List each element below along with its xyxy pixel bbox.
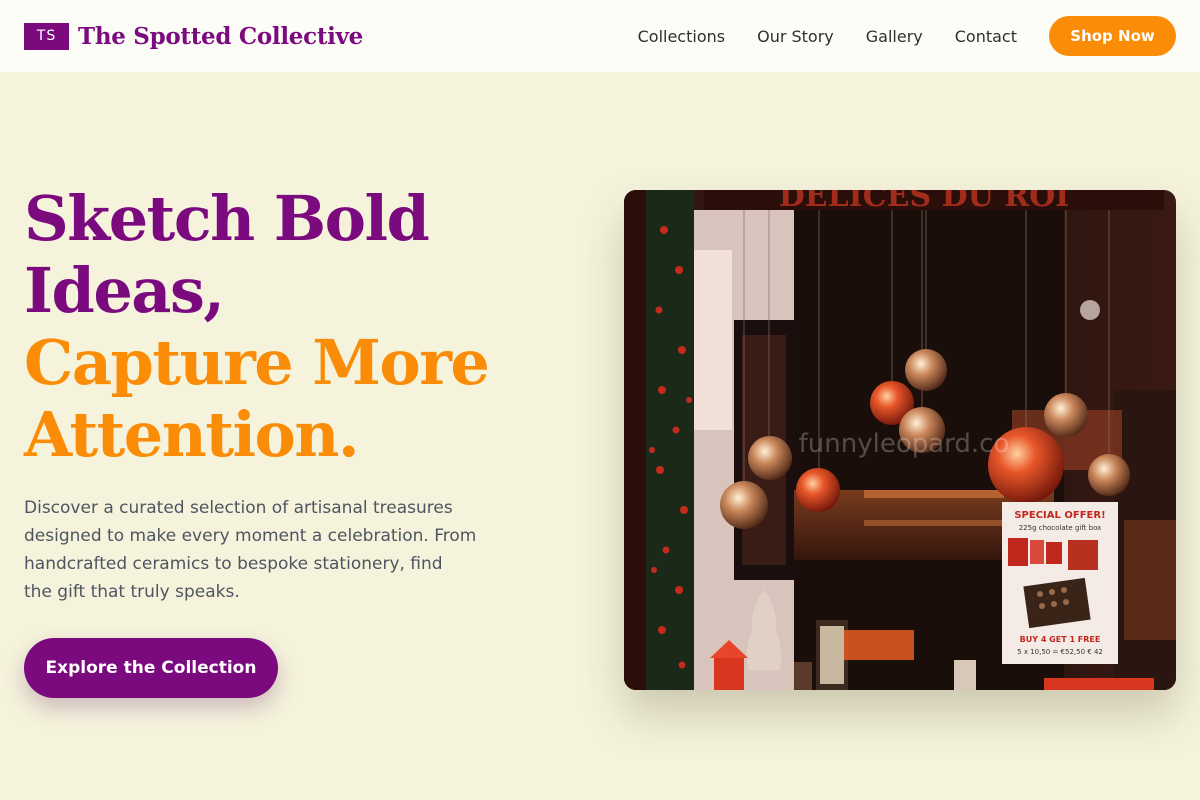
hero-image: DELICES DU ROI funnyleopard.co SPECIAL O… bbox=[624, 190, 1176, 690]
hero-title-line-3: Capture More bbox=[24, 326, 490, 399]
shop-now-button[interactable]: Shop Now bbox=[1049, 16, 1176, 56]
nav-link-collections[interactable]: Collections bbox=[638, 27, 725, 46]
hero-description-line-1: Discover a curated selection of artisana… bbox=[24, 498, 453, 518]
explore-collection-button[interactable]: Explore the Collection bbox=[24, 638, 278, 698]
hero-description-line-3: handcrafted ceramics to bespoke statione… bbox=[24, 554, 443, 574]
brand[interactable]: TS The Spotted Collective bbox=[24, 22, 363, 50]
poster-offer: BUY 4 GET 1 FREE bbox=[1020, 635, 1101, 644]
poster-subtitle: 225g chocolate gift box bbox=[1019, 524, 1102, 532]
poster-price: 5 x 10,50 = €52,50 € 42 bbox=[1017, 648, 1103, 656]
hero-title-line-4: Attention. bbox=[24, 398, 360, 471]
brand-name[interactable]: The Spotted Collective bbox=[78, 23, 363, 50]
nav-link-gallery[interactable]: Gallery bbox=[866, 27, 923, 46]
shop-window-photo: DELICES DU ROI funnyleopard.co SPECIAL O… bbox=[624, 190, 1176, 690]
top-navbar: TS The Spotted Collective Collections Ou… bbox=[0, 0, 1200, 72]
hero-title: Sketch Bold Ideas, Capture More Attentio… bbox=[24, 183, 584, 471]
image-watermark: funnyleopard.co bbox=[799, 429, 1010, 459]
hero-title-line-2: Ideas, bbox=[24, 254, 225, 327]
main-nav: Collections Our Story Gallery Contact Sh… bbox=[638, 16, 1176, 56]
hero-description-line-2: designed to make every moment a celebrat… bbox=[24, 526, 477, 546]
hero-description-line-4: the gift that truly speaks. bbox=[24, 582, 240, 602]
hero-description: Discover a curated selection of artisana… bbox=[24, 494, 494, 606]
nav-link-contact[interactable]: Contact bbox=[955, 27, 1017, 46]
logo-badge[interactable]: TS bbox=[24, 22, 69, 50]
nav-link-our-story[interactable]: Our Story bbox=[757, 27, 834, 46]
hero-title-line-1: Sketch Bold bbox=[24, 182, 430, 255]
poster-title: SPECIAL OFFER! bbox=[1014, 510, 1105, 521]
